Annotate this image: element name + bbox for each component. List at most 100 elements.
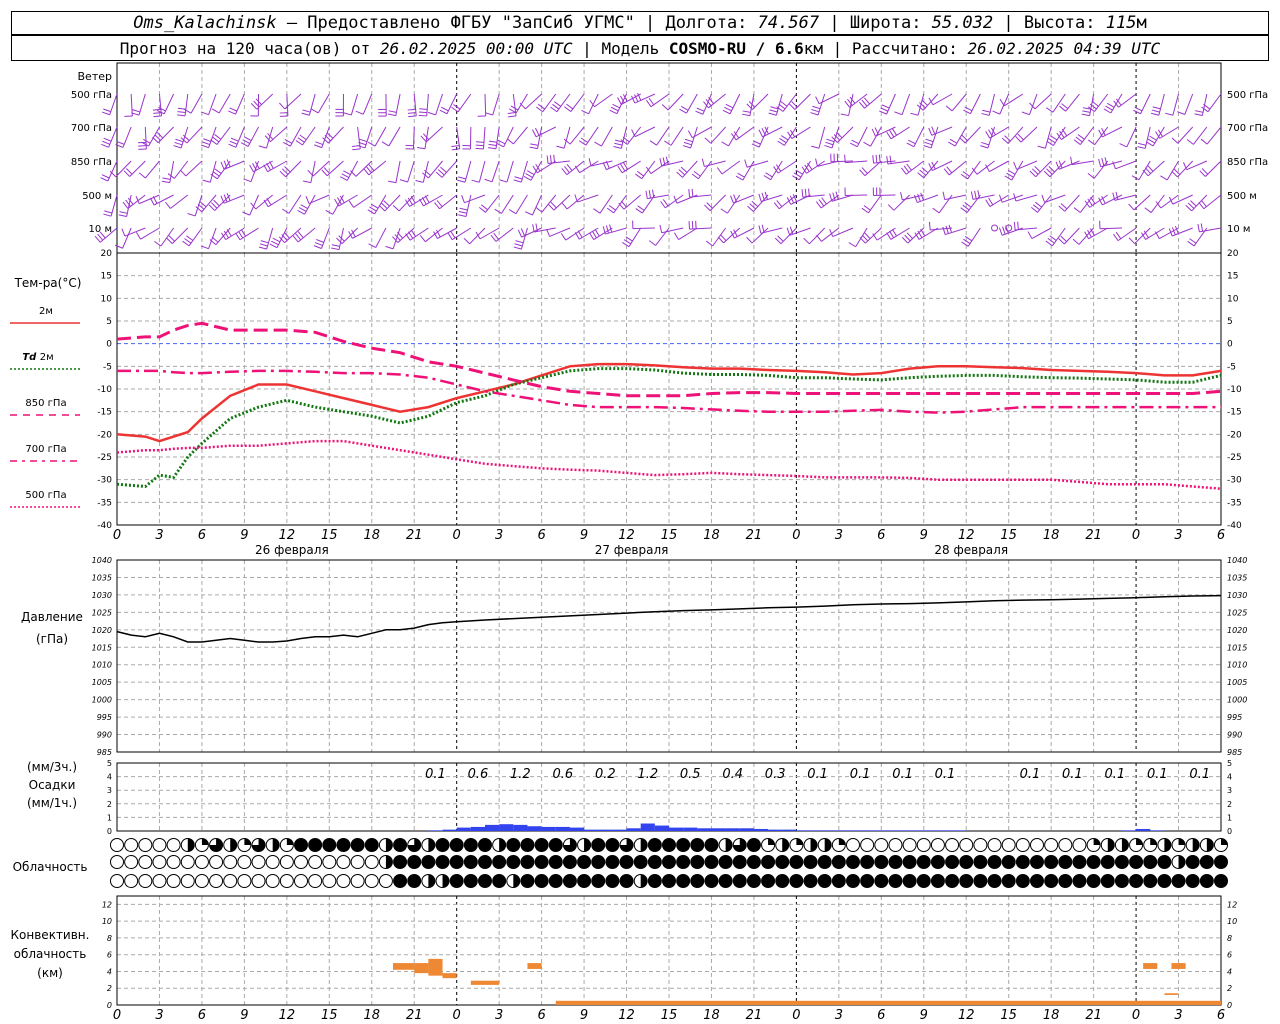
- cloud-cover-symbol: [378, 874, 393, 888]
- wind-level-label: 850 гПа: [71, 157, 112, 168]
- cloud-cover-fill: [584, 838, 591, 852]
- cloud-cover-circle: [393, 838, 408, 852]
- cloud-cover-fill: [782, 838, 789, 852]
- wind-barb: [1164, 93, 1180, 116]
- wind-barb: [722, 93, 741, 115]
- wind-barb-feather: [1001, 137, 1009, 144]
- cloud-cover-symbol: [1185, 838, 1200, 852]
- cloud-cover-symbol: [393, 855, 408, 869]
- cloud-cover-fill: [442, 874, 450, 888]
- wind-barb: [368, 227, 387, 248]
- temp-tick-left: -15: [97, 408, 112, 418]
- wind-barb-staff: [338, 194, 358, 207]
- wind-barb-feather: [1058, 238, 1065, 245]
- precip-bar: [753, 828, 769, 831]
- cloud-cover-symbol: [449, 838, 464, 852]
- wind-barb-feather: [901, 237, 909, 244]
- wind-barb-feather: [242, 211, 250, 216]
- wind-barb-feather: [355, 110, 364, 115]
- wind-barb-feather: [816, 234, 822, 242]
- cloud-cover-circle: [945, 838, 960, 852]
- wind-barb-feather: [948, 141, 956, 147]
- wind-barb-feather: [904, 234, 911, 242]
- wind-barb: [777, 126, 797, 146]
- wind-barb: [561, 160, 585, 176]
- wind-barb-staff: [208, 227, 217, 249]
- wind-barb: [249, 160, 273, 173]
- wind-barb: [1198, 194, 1222, 210]
- wind-barb-staff: [1093, 160, 1109, 179]
- wind-barb-feather: [1098, 129, 1103, 138]
- wind-barb-feather: [211, 202, 218, 209]
- wind-barb-feather: [704, 137, 712, 144]
- wind-barb-feather: [378, 205, 386, 212]
- cloud-cover-circle: [874, 874, 889, 888]
- pressure-tick-right: 1035: [1227, 573, 1247, 582]
- wind-barb-feather: [427, 111, 436, 116]
- wind-barb: [228, 126, 245, 148]
- precip-bar: [725, 828, 740, 831]
- cloud-cover-circle: [1030, 838, 1044, 852]
- wind-barb-feather: [1017, 221, 1019, 230]
- wind-barb-feather: [436, 200, 443, 208]
- cloud-cover-fill: [1093, 838, 1101, 845]
- wind-barb: [1015, 126, 1038, 143]
- wind-barb: [434, 194, 458, 210]
- cloud-cover-circle: [180, 855, 195, 869]
- wind-barb-feather: [1147, 138, 1156, 144]
- wind-barb: [758, 224, 783, 234]
- cloud-cover-fill: [1192, 838, 1200, 852]
- wind-barb-staff: [115, 160, 132, 178]
- wind-barb-feather: [284, 139, 293, 144]
- cloud-cover-circle: [916, 855, 931, 869]
- wind-barb-feather: [1048, 138, 1056, 144]
- convective-cloud-bar: [527, 963, 542, 969]
- wind-barb-feather: [687, 130, 693, 138]
- wind-barb: [1113, 227, 1137, 242]
- wind-barb-feather: [118, 214, 127, 218]
- cloud-cover-circle: [605, 874, 620, 888]
- wind-title: Ветер: [78, 70, 112, 83]
- wind-barb-feather: [252, 163, 257, 171]
- hour-tick-label: 3: [835, 528, 843, 543]
- wind-barb-feather: [920, 192, 924, 201]
- cloud-cover-symbol: [1129, 874, 1144, 888]
- hour-tick-label: 6: [1217, 1008, 1225, 1023]
- cloud-cover-circle: [237, 855, 252, 869]
- temp-tick-left: -40: [97, 521, 112, 531]
- wind-barb-staff: [346, 160, 359, 181]
- wind-barb: [704, 194, 726, 211]
- cloud-cover-symbol: [421, 855, 436, 869]
- cloud-cover-symbol: [1100, 855, 1115, 869]
- cloud-cover-symbol: [888, 855, 903, 869]
- wind-barb-feather: [475, 231, 481, 240]
- pressure-tick-left: 985: [97, 748, 112, 757]
- precip-3h-amount: 0.1: [425, 767, 446, 782]
- cloud-cover-symbol: [1015, 855, 1030, 869]
- cloud-cover-circle: [110, 838, 124, 852]
- cloud-cover-symbol: [1001, 874, 1016, 888]
- wind-barb-staff: [655, 227, 670, 246]
- wind-barb-feather: [970, 191, 974, 200]
- cloud-cover-symbol: [577, 874, 592, 888]
- hour-tick-label: 12: [958, 1008, 975, 1023]
- cloud-cover-symbol: [577, 855, 592, 869]
- cloud-cover-circle: [180, 874, 195, 888]
- cloud-cover-symbol: [393, 874, 408, 888]
- wind-barb-feather: [566, 164, 573, 171]
- wind-barb-feather: [418, 111, 428, 114]
- wind-barb-staff: [506, 160, 514, 183]
- wind-barb-feather: [959, 137, 966, 144]
- wind-barb-feather: [258, 145, 267, 149]
- cloud-cover-circle: [959, 838, 974, 852]
- wind-barb-staff: [721, 160, 741, 175]
- wind-barb-feather: [1103, 108, 1112, 114]
- wind-barb-feather: [792, 175, 800, 181]
- wind-level-label: 500 м: [82, 191, 112, 202]
- wind-barb-feather: [881, 104, 890, 109]
- wind-barb-staff: [661, 227, 684, 234]
- cloud-cover-circle: [1058, 855, 1073, 869]
- wind-barb: [963, 93, 981, 115]
- wind-barb: [292, 227, 316, 243]
- wind-barb-feather: [662, 199, 669, 207]
